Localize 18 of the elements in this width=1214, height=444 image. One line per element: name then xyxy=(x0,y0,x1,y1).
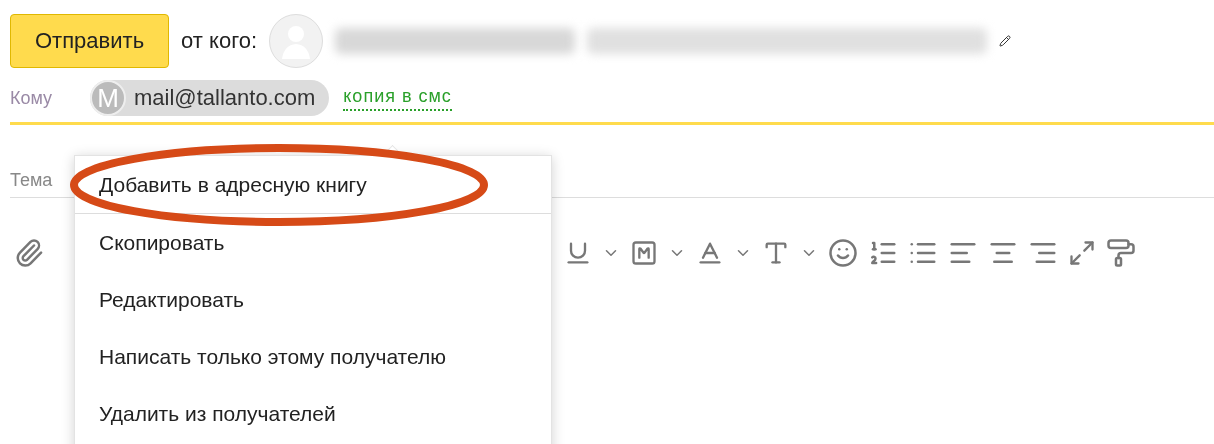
menu-item[interactable]: Написать только этому получателю xyxy=(75,328,551,385)
expand-icon[interactable] xyxy=(1068,239,1096,267)
text-box-icon[interactable] xyxy=(630,239,658,267)
paint-roller-icon[interactable] xyxy=(1106,238,1136,268)
recipient-chip[interactable]: M mail@tallanto.com xyxy=(90,80,330,116)
recipient-email: mail@tallanto.com xyxy=(134,85,316,111)
menu-item[interactable]: Редактировать xyxy=(75,271,551,328)
paperclip-icon[interactable] xyxy=(14,238,44,268)
to-label: Кому xyxy=(10,87,54,109)
avatar-icon xyxy=(269,14,324,68)
pencil-icon[interactable] xyxy=(999,35,1012,47)
from-label: от кого: xyxy=(181,28,258,54)
smiley-icon[interactable] xyxy=(828,238,858,268)
recipient-initial: M xyxy=(90,80,126,116)
menu-item[interactable]: Удалить из получателей xyxy=(75,385,551,442)
menu-item[interactable]: Скопировать xyxy=(75,214,551,271)
send-button[interactable]: Отправить xyxy=(10,14,170,68)
subject-label: Тема xyxy=(10,169,53,191)
